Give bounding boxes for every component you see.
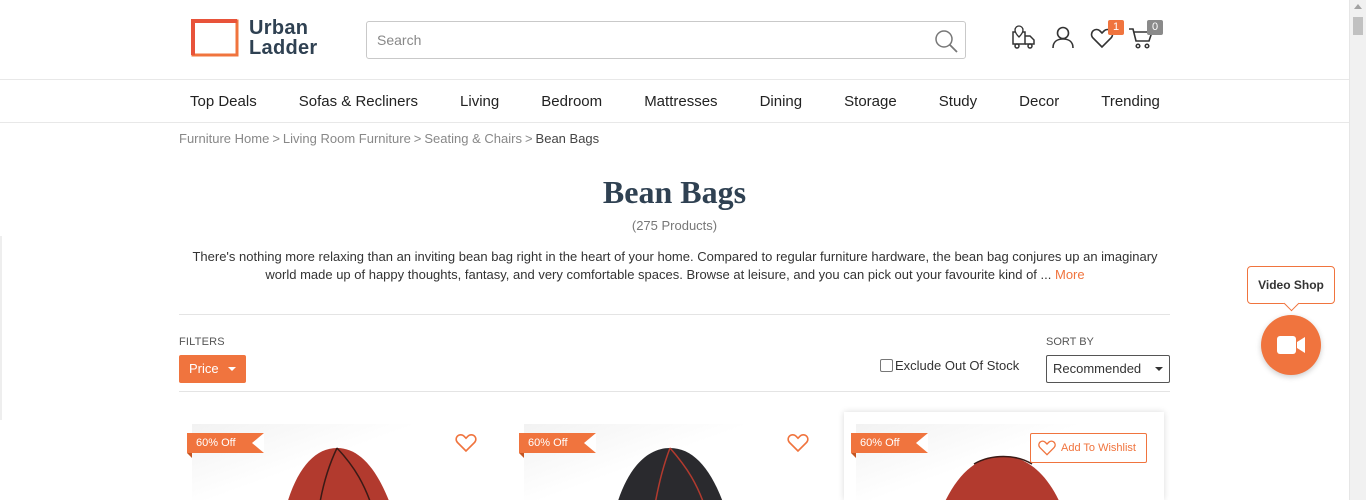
page-scrollbar[interactable] bbox=[1349, 0, 1366, 500]
scrollbar-thumb[interactable] bbox=[1353, 17, 1363, 35]
add-to-wishlist-label: Add To Wishlist bbox=[1061, 442, 1136, 454]
cart-icon[interactable]: 0 bbox=[1127, 20, 1166, 56]
breadcrumb-current: Bean Bags bbox=[535, 131, 600, 146]
logo-mark bbox=[191, 19, 239, 57]
breadcrumb: Furniture Home > Living Room Furniture > Sea… bbox=[179, 131, 599, 146]
breadcrumb-separator: > bbox=[413, 131, 422, 146]
wishlist-count-badge: 1 bbox=[1108, 20, 1124, 35]
brand-logo[interactable]: Urban Ladder bbox=[191, 18, 317, 58]
nav-item-decor[interactable]: Decor bbox=[1019, 93, 1059, 110]
cart-count-badge: 0 bbox=[1147, 20, 1163, 35]
page-title: Bean Bags bbox=[602, 174, 747, 210]
nav-item-bedroom[interactable]: Bedroom bbox=[541, 93, 602, 110]
product-card[interactable]: 60% Off bbox=[180, 412, 500, 500]
left-edge-strip bbox=[0, 236, 2, 420]
search-box bbox=[366, 21, 966, 59]
nav-item-dining[interactable]: Dining bbox=[760, 93, 803, 110]
more-link[interactable]: More bbox=[1055, 267, 1085, 282]
nav-item-study[interactable]: Study bbox=[939, 93, 977, 110]
sort-by-label: SORT BY bbox=[1046, 336, 1094, 348]
caret-down-icon bbox=[228, 367, 236, 371]
category-nav: Top Deals Sofas & Recliners Living Bedro… bbox=[0, 80, 1349, 123]
breadcrumb-separator: > bbox=[524, 131, 533, 146]
breadcrumb-link-living-room[interactable]: Living Room Furniture bbox=[283, 131, 411, 146]
nav-item-mattresses[interactable]: Mattresses bbox=[644, 93, 717, 110]
logo-text: Urban Ladder bbox=[249, 18, 317, 58]
add-to-wishlist-button[interactable]: Add To Wishlist bbox=[1030, 433, 1147, 463]
caret-down-icon bbox=[1155, 367, 1163, 371]
divider bbox=[179, 314, 1170, 315]
breadcrumb-link-furniture-home[interactable]: Furniture Home bbox=[179, 131, 269, 146]
video-camera-icon bbox=[1277, 336, 1305, 354]
sort-by-value: Recommended bbox=[1053, 361, 1142, 376]
category-description: There's nothing more relaxing than an in… bbox=[190, 248, 1160, 284]
discount-ribbon: 60% Off bbox=[519, 433, 596, 458]
product-card[interactable]: 60% Off Add To Wishlist bbox=[844, 412, 1164, 500]
nav-item-sofas-recliners[interactable]: Sofas & Recliners bbox=[299, 93, 418, 110]
wishlist-heart-icon[interactable] bbox=[786, 431, 810, 455]
breadcrumb-separator: > bbox=[272, 131, 280, 146]
discount-ribbon: 60% Off bbox=[851, 433, 928, 458]
video-shop-button[interactable] bbox=[1261, 315, 1321, 375]
breadcrumb-link-seating-chairs[interactable]: Seating & Chairs bbox=[424, 131, 522, 146]
exclude-out-of-stock[interactable]: Exclude Out Of Stock bbox=[880, 358, 1019, 373]
price-filter-label: Price bbox=[189, 361, 219, 376]
wishlist-heart-icon[interactable] bbox=[454, 431, 478, 455]
product-card[interactable]: 60% Off bbox=[512, 412, 832, 500]
nav-item-living[interactable]: Living bbox=[460, 93, 499, 110]
nav-item-trending[interactable]: Trending bbox=[1101, 93, 1160, 110]
product-count: (275 Products) bbox=[631, 218, 718, 233]
exclude-out-of-stock-checkbox[interactable] bbox=[880, 359, 893, 372]
price-filter-button[interactable]: Price bbox=[179, 355, 246, 383]
video-shop-tooltip[interactable]: Video Shop bbox=[1247, 266, 1335, 304]
header-icons: 1 0 bbox=[1010, 20, 1166, 56]
filters-label: FILTERS bbox=[179, 336, 225, 348]
divider bbox=[179, 391, 1170, 392]
nav-item-storage[interactable]: Storage bbox=[844, 93, 897, 110]
search-icon[interactable] bbox=[933, 28, 959, 59]
nav-list: Top Deals Sofas & Recliners Living Bedro… bbox=[190, 80, 1160, 122]
site-header: Urban Ladder 1 0 bbox=[0, 0, 1349, 80]
account-icon[interactable] bbox=[1049, 24, 1088, 56]
nav-item-top-deals[interactable]: Top Deals bbox=[190, 93, 257, 110]
track-order-icon[interactable] bbox=[1010, 24, 1049, 56]
search-input[interactable] bbox=[367, 22, 927, 58]
discount-ribbon: 60% Off bbox=[187, 433, 264, 458]
heart-icon bbox=[1038, 440, 1056, 456]
logo-line-1: Urban bbox=[249, 17, 309, 39]
logo-line-2: Ladder bbox=[249, 37, 318, 59]
page: Urban Ladder 1 0 bbox=[0, 0, 1366, 500]
scroll-up-arrow-icon[interactable] bbox=[1354, 4, 1362, 9]
exclude-out-of-stock-label: Exclude Out Of Stock bbox=[895, 358, 1020, 373]
description-text: There's nothing more relaxing than an in… bbox=[192, 249, 1158, 282]
sort-by-select[interactable]: Recommended bbox=[1046, 355, 1170, 383]
wishlist-icon[interactable]: 1 bbox=[1088, 20, 1127, 56]
